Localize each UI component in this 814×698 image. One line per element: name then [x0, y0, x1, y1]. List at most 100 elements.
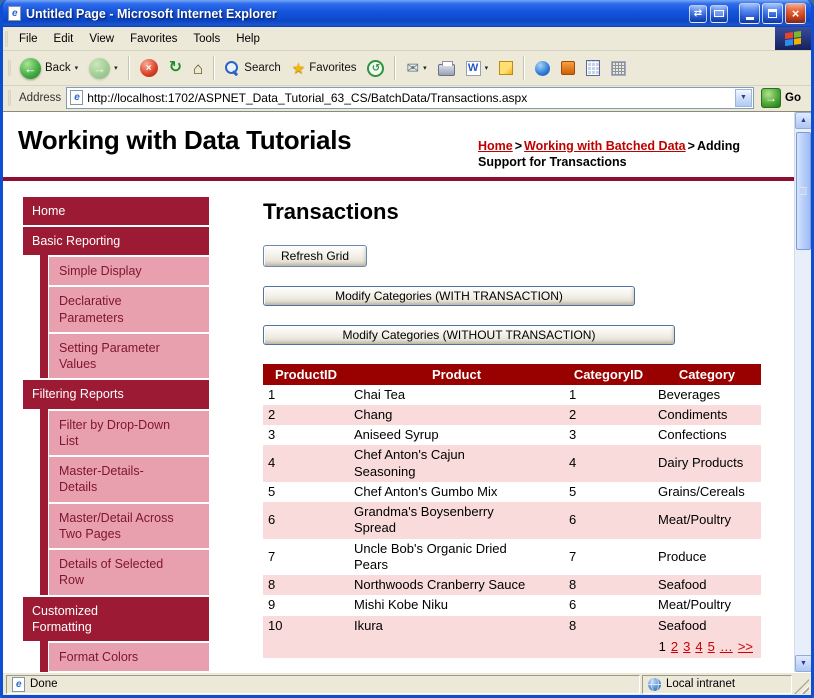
browser-content: Working with Data Tutorials Home>Working… — [3, 112, 811, 672]
print-button[interactable] — [433, 58, 460, 79]
screen-icon — [714, 10, 724, 17]
status-text: Done — [30, 678, 58, 690]
window-switch-button[interactable]: ⇄ — [689, 5, 707, 23]
toolbar-grip[interactable] — [8, 60, 11, 76]
scrollbar-thumb[interactable] — [796, 132, 811, 250]
sidebar-item-master-details-details[interactable]: Master-Details-Details — [49, 457, 209, 502]
cell-category: Confections — [653, 425, 761, 445]
sidebar-item-filter-by-drop-down-list[interactable]: Filter by Drop-Down List — [49, 411, 209, 456]
cell-product: Mishi Kobe Niku — [349, 595, 564, 615]
table-row: 6Grandma's Boysenberry Spread6Meat/Poult… — [263, 502, 761, 539]
grid-button[interactable] — [606, 58, 631, 79]
refresh-grid-button[interactable]: Refresh Grid — [263, 245, 367, 267]
maximize-button[interactable] — [762, 3, 783, 24]
address-input[interactable] — [87, 89, 731, 107]
go-button[interactable]: → Go — [759, 88, 807, 108]
modify-without-transaction-button[interactable]: Modify Categories (WITHOUT TRANSACTION) — [263, 325, 675, 345]
notes-button[interactable] — [494, 58, 518, 78]
go-label: Go — [785, 92, 801, 104]
favorites-button[interactable]: ★ Favorites — [287, 58, 362, 79]
menu-view[interactable]: View — [81, 27, 122, 50]
breadcrumb-separator: > — [688, 139, 695, 153]
sidebar-item-customized-formatting[interactable]: Customized Formatting — [23, 597, 209, 642]
edit-word-button[interactable]: W ▾ — [461, 58, 494, 79]
mail-button[interactable]: ✉ ▾ — [401, 58, 431, 79]
breadcrumb-separator: > — [515, 139, 522, 153]
cell-product: Northwoods Cranberry Sauce — [349, 575, 564, 595]
favorites-label: Favorites — [309, 62, 356, 74]
products-table-header-row: ProductIDProductCategoryIDCategory — [263, 364, 761, 385]
cell-product: Chai Tea — [349, 385, 564, 405]
sidebar-item-simple-display[interactable]: Simple Display — [49, 257, 209, 285]
menu-help[interactable]: Help — [228, 27, 268, 50]
switch-windows-icon: ⇄ — [694, 8, 702, 19]
stop-button[interactable]: × — [135, 56, 163, 80]
scroll-up-icon: ▲ — [800, 117, 807, 124]
refresh-button[interactable]: ↻ — [164, 57, 187, 79]
breadcrumb-batched-data-link[interactable]: Working with Batched Data — [524, 139, 686, 153]
search-button[interactable]: Search — [220, 58, 285, 79]
ie-page-icon — [8, 6, 21, 21]
menu-tools[interactable]: Tools — [185, 27, 228, 50]
sidebar-item-filtering-reports[interactable]: Filtering Reports — [23, 380, 209, 408]
pager-ellipsis-link[interactable]: … — [720, 639, 733, 654]
modify-with-transaction-button[interactable]: Modify Categories (WITH TRANSACTION) — [263, 286, 635, 306]
scroll-down-button[interactable]: ▼ — [795, 655, 811, 672]
toolbar-grip[interactable] — [8, 90, 11, 106]
toolbar-grip[interactable] — [5, 31, 8, 47]
messenger-button[interactable] — [530, 58, 555, 79]
calculator-button[interactable] — [581, 57, 605, 79]
resize-grip[interactable] — [794, 679, 809, 694]
cell-categoryid: 3 — [564, 425, 653, 445]
research-button[interactable] — [556, 58, 580, 78]
zone-label: Local intranet — [666, 678, 735, 690]
cell-productid: 2 — [263, 405, 349, 425]
windows-flag-icon — [785, 31, 801, 46]
back-button[interactable]: ← Back ▾ — [15, 55, 83, 82]
cell-category: Dairy Products — [653, 445, 761, 482]
cell-category: Seafood — [653, 616, 761, 636]
menu-edit[interactable]: Edit — [46, 27, 82, 50]
toolbar-separator — [394, 56, 396, 80]
cell-product: Chang — [349, 405, 564, 425]
cell-category: Condiments — [653, 405, 761, 425]
vertical-scrollbar: ▲ ▼ — [794, 112, 811, 672]
sidebar-item-format-colors[interactable]: Format Colors — [49, 643, 209, 671]
page-title: Transactions — [263, 199, 768, 225]
minimize-button[interactable] — [739, 3, 760, 24]
sidebar-item-details-of-selected-row[interactable]: Details of Selected Row — [49, 550, 209, 595]
pager-next-link[interactable]: >> — [738, 639, 753, 654]
address-input-box: ▼ — [66, 87, 754, 109]
cell-productid: 6 — [263, 502, 349, 539]
pager-page-3[interactable]: 3 — [683, 639, 690, 654]
pager-row: 12345…>> — [263, 636, 761, 658]
sidebar-item-declarative-parameters[interactable]: Declarative Parameters — [49, 287, 209, 332]
address-dropdown-button[interactable]: ▼ — [735, 89, 752, 107]
forward-button[interactable]: → ▾ — [84, 55, 123, 82]
pager-page-2[interactable]: 2 — [671, 639, 678, 654]
refresh-icon: ↻ — [169, 60, 182, 76]
window-screen-button[interactable] — [710, 5, 728, 23]
breadcrumb-home-link[interactable]: Home — [478, 139, 513, 153]
address-label: Address — [19, 92, 61, 104]
globe-icon — [648, 678, 661, 691]
cell-productid: 9 — [263, 595, 349, 615]
ie-throbber — [775, 27, 811, 50]
sidebar-item-master-detail-across-two-pages[interactable]: Master/Detail Across Two Pages — [49, 504, 209, 549]
menu-favorites[interactable]: Favorites — [122, 27, 185, 50]
cell-categoryid: 2 — [564, 405, 653, 425]
pager-page-4[interactable]: 4 — [695, 639, 702, 654]
sidebar-item-basic-reporting[interactable]: Basic Reporting — [23, 227, 209, 255]
sidebar-item-home[interactable]: Home — [23, 197, 209, 225]
sidebar-item-setting-parameter-values[interactable]: Setting Parameter Values — [49, 334, 209, 379]
home-button[interactable]: ⌂ — [188, 57, 208, 80]
cell-category: Produce — [653, 539, 761, 576]
pager-page-5[interactable]: 5 — [708, 639, 715, 654]
history-button[interactable]: ↺ — [362, 57, 389, 80]
close-icon: × — [792, 6, 800, 21]
breadcrumb: Home>Working with Batched Data>Adding Su… — [478, 138, 778, 171]
window-title: Untitled Page - Microsoft Internet Explo… — [26, 7, 684, 21]
scroll-up-button[interactable]: ▲ — [795, 112, 811, 129]
close-button[interactable]: × — [785, 3, 806, 24]
menu-file[interactable]: File — [11, 27, 46, 50]
